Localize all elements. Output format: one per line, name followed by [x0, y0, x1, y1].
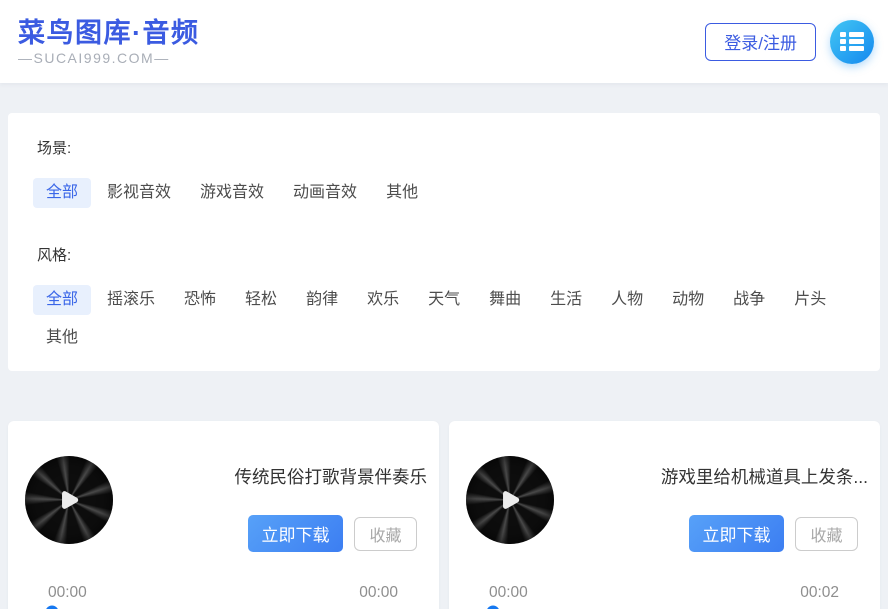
logo-subtitle: —SUCAI999.COM— [18, 50, 200, 66]
audio-card-top: 传统民俗打歌背景伴奏乐 立即下载 收藏 [8, 421, 439, 552]
filter-option[interactable]: 舞曲 [476, 285, 534, 315]
filter-group-label: 场景: [37, 137, 855, 158]
site-logo[interactable]: 菜鸟图库·音频 —SUCAI999.COM— [18, 18, 200, 66]
favorite-button[interactable]: 收藏 [354, 517, 417, 551]
filter-option[interactable]: 战争 [720, 285, 778, 315]
progress-thumb[interactable] [486, 605, 499, 609]
audio-card-info: 传统民俗打歌背景伴奏乐 立即下载 收藏 [113, 456, 417, 552]
audio-card-info: 游戏里给机械道具上发条... 立即下载 收藏 [554, 456, 858, 552]
duration: 00:00 [359, 584, 398, 602]
filter-options: 全部摇滚乐恐怖轻松韵律欢乐天气舞曲生活人物动物战争片头其他 [33, 285, 855, 353]
page: 菜鸟图库·音频 —SUCAI999.COM— 登录/注册 场景: 全部影视音效游… [0, 0, 888, 609]
current-time: 00:00 [48, 584, 87, 602]
duration: 00:02 [800, 584, 839, 602]
filter-options: 全部影视音效游戏音效动画音效其他 [33, 178, 855, 208]
list-menu-icon [840, 32, 864, 51]
filter-option[interactable]: 全部 [33, 178, 91, 208]
filter-panel: 场景: 全部影视音效游戏音效动画音效其他 风格: 全部摇滚乐恐怖轻松韵律欢乐天气… [8, 113, 880, 371]
filter-option[interactable]: 生活 [537, 285, 595, 315]
filter-option[interactable]: 摇滚乐 [94, 285, 168, 315]
filter-option[interactable]: 天气 [415, 285, 473, 315]
download-button[interactable]: 立即下载 [689, 515, 784, 552]
header-actions: 登录/注册 [705, 20, 874, 64]
audio-actions: 立即下载 收藏 [689, 515, 858, 552]
filter-option[interactable]: 片头 [781, 285, 839, 315]
filter-option[interactable]: 游戏音效 [187, 178, 277, 208]
audio-title[interactable]: 游戏里给机械道具上发条... [661, 464, 868, 489]
filter-option[interactable]: 影视音效 [94, 178, 184, 208]
download-button[interactable]: 立即下载 [248, 515, 343, 552]
logo-title: 菜鸟图库·音频 [18, 18, 200, 48]
filter-option[interactable]: 人物 [598, 285, 656, 315]
favorite-button[interactable]: 收藏 [795, 517, 858, 551]
progress-thumb[interactable] [45, 605, 58, 609]
filter-option[interactable]: 欢乐 [354, 285, 412, 315]
current-time: 00:00 [489, 584, 528, 602]
vinyl-play-button[interactable] [25, 456, 113, 544]
filter-option[interactable]: 其他 [33, 323, 91, 353]
audio-card-list: 传统民俗打歌背景伴奏乐 立即下载 收藏 00:00 00:00 [8, 421, 880, 609]
filter-option[interactable]: 恐怖 [171, 285, 229, 315]
filter-group: 风格: 全部摇滚乐恐怖轻松韵律欢乐天气舞曲生活人物动物战争片头其他 [33, 244, 855, 353]
time-row: 00:00 00:00 [48, 584, 398, 602]
audio-title[interactable]: 传统民俗打歌背景伴奏乐 [235, 464, 428, 489]
time-row: 00:00 00:02 [489, 584, 839, 602]
filter-group: 场景: 全部影视音效游戏音效动画音效其他 [33, 137, 855, 208]
audio-card: 游戏里给机械道具上发条... 立即下载 收藏 00:00 00:02 [449, 421, 880, 609]
menu-button[interactable] [830, 20, 874, 64]
filter-group-label: 风格: [37, 244, 855, 265]
filter-option[interactable]: 全部 [33, 285, 91, 315]
audio-player: 00:00 00:02 [489, 584, 839, 609]
audio-player: 00:00 00:00 [48, 584, 398, 609]
vinyl-play-button[interactable] [466, 456, 554, 544]
filter-option[interactable]: 其他 [373, 178, 431, 208]
filter-option[interactable]: 韵律 [293, 285, 351, 315]
audio-card-top: 游戏里给机械道具上发条... 立即下载 收藏 [449, 421, 880, 552]
play-icon [50, 481, 88, 519]
filter-option[interactable]: 轻松 [232, 285, 290, 315]
play-icon [491, 481, 529, 519]
filter-option[interactable]: 动画音效 [280, 178, 370, 208]
header: 菜鸟图库·音频 —SUCAI999.COM— 登录/注册 [0, 0, 888, 83]
login-register-button[interactable]: 登录/注册 [705, 23, 816, 61]
filter-option[interactable]: 动物 [659, 285, 717, 315]
audio-card: 传统民俗打歌背景伴奏乐 立即下载 收藏 00:00 00:00 [8, 421, 439, 609]
audio-actions: 立即下载 收藏 [248, 515, 417, 552]
